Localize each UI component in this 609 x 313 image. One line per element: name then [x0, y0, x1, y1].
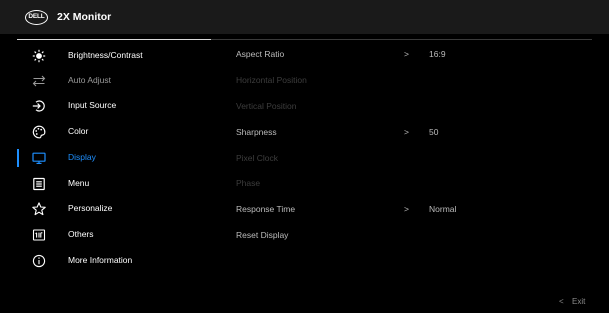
submenu-vertical-position: Vertical Position	[236, 98, 596, 116]
chevron-left-icon[interactable]: <	[559, 296, 564, 307]
star-icon	[32, 202, 46, 216]
menu-item-personalize[interactable]: Personalize	[0, 197, 215, 221]
submenu-horizontal-position: Horizontal Position	[236, 72, 596, 90]
menu-item-input-source[interactable]: Input Source	[0, 94, 215, 118]
submenu-label: Vertical Position	[236, 101, 297, 111]
monitor-icon	[32, 151, 46, 165]
menu-item-label: Brightness/Contrast	[68, 50, 143, 60]
submenu-sharpness[interactable]: Sharpness > 50	[236, 124, 596, 142]
menu-item-label: Others	[68, 229, 94, 239]
menu-item-label: Menu	[68, 178, 90, 188]
menu-item-label: More Information	[68, 255, 133, 265]
chevron-right-icon: >	[404, 204, 409, 214]
sharpness-value: 50	[429, 127, 439, 137]
submenu-pixel-clock: Pixel Clock	[236, 150, 596, 168]
response-time-value: Normal	[429, 204, 457, 214]
menu-item-label: Input Source	[68, 100, 117, 110]
menu-item-more-information[interactable]: More Information	[0, 249, 215, 273]
selection-indicator	[17, 149, 19, 167]
menu-list-icon	[32, 177, 46, 191]
chevron-right-icon: >	[404, 49, 409, 59]
submenu-label: Reset Display	[236, 230, 289, 240]
submenu-reset-display[interactable]: Reset Display	[236, 227, 596, 245]
submenu-label: Response Time	[236, 204, 296, 214]
menu-item-menu[interactable]: Menu	[0, 172, 215, 196]
osd-header: DELL 2X Monitor	[0, 0, 609, 34]
submenu-label: Pixel Clock	[236, 153, 279, 163]
auto-adjust-arrows-icon	[32, 74, 46, 88]
submenu-label: Phase	[236, 178, 261, 188]
osd-title: 2X Monitor	[57, 11, 112, 23]
menu-item-auto-adjust[interactable]: Auto Adjust	[0, 69, 215, 93]
header-divider-active	[17, 39, 211, 40]
menu-item-display[interactable]: Display	[0, 146, 215, 170]
submenu-label: Sharpness	[236, 127, 277, 137]
submenu-response-time[interactable]: Response Time > Normal	[236, 201, 596, 219]
submenu-phase: Phase	[236, 175, 596, 193]
submenu-label: Horizontal Position	[236, 75, 307, 85]
submenu-label: Aspect Ratio	[236, 49, 285, 59]
header-divider	[211, 39, 592, 40]
menu-item-color[interactable]: Color	[0, 120, 215, 144]
menu-item-others[interactable]: Others	[0, 223, 215, 247]
others-icon	[32, 228, 46, 242]
info-icon	[32, 254, 46, 268]
dell-logo: DELL	[25, 10, 48, 25]
osd-window: DELL 2X Monitor Brightness/Contrast Auto…	[0, 0, 609, 313]
submenu-aspect-ratio[interactable]: Aspect Ratio > 16:9	[236, 46, 596, 64]
palette-icon	[32, 125, 46, 139]
menu-item-label: Display	[68, 152, 96, 162]
input-arrow-icon	[32, 99, 46, 113]
menu-item-label: Personalize	[68, 203, 113, 213]
menu-item-brightness-contrast[interactable]: Brightness/Contrast	[0, 44, 215, 68]
chevron-right-icon: >	[404, 127, 409, 137]
exit-button[interactable]: Exit	[572, 296, 585, 307]
menu-item-label: Auto Adjust	[68, 75, 112, 85]
sun-icon	[32, 49, 46, 63]
aspect-ratio-value: 16:9	[429, 49, 446, 59]
menu-item-label: Color	[68, 126, 89, 136]
